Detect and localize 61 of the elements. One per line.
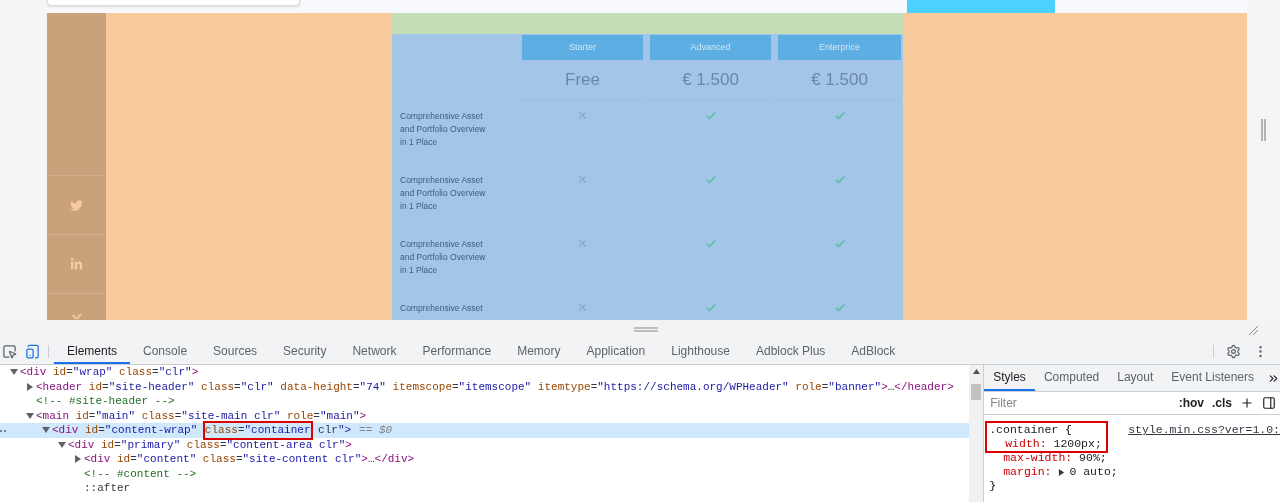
devtools-tab[interactable]: Network [339,339,410,364]
devtools-tab[interactable]: Memory [504,339,574,364]
plan-name: Enterprice [778,35,901,60]
caret-icon[interactable] [26,411,34,420]
plan-price: Free [522,60,643,100]
plan-price: € 1.500 [778,60,901,100]
resize-handle-icon[interactable] [1261,119,1266,141]
inspect-icon[interactable] [2,344,17,359]
dom-line[interactable]: <div id="wrap" class="clr"> [20,365,199,381]
settings-icon[interactable] [1226,344,1241,359]
devtools-tab[interactable]: Security [270,339,340,364]
selected-node-marker: == $0 [359,423,393,438]
sidebar-toggle-icon[interactable] [1262,396,1276,410]
scrollbar[interactable] [969,365,984,502]
css-declaration[interactable]: width: 1200px; [989,437,1102,451]
devtools-tab[interactable]: Performance [409,339,505,364]
feature-label: Comprehensive Asset and Portfolio Overview in 1 Place [399,238,487,277]
dom-line[interactable]: ::after [84,480,131,497]
caret-icon[interactable] [58,440,66,449]
css-selector: .container [989,423,1059,437]
resize-corner-icon[interactable] [1248,325,1258,335]
scroll-up-icon[interactable] [972,369,980,374]
styles-tab[interactable]: Computed [1034,365,1109,391]
css-declaration[interactable]: margin: 0 auto; [987,465,1276,479]
resize-handle-icon[interactable] [634,327,658,332]
devtools-tab[interactable]: AdBlock [838,339,909,364]
plan-price: € 1.500 [650,60,771,100]
devtools-tab[interactable]: Adblock Plus [742,339,839,364]
styles-tab[interactable]: Layout [1108,365,1163,391]
dom-line[interactable]: <div id="content" class="site-content clr">…</div> [84,451,415,468]
open-brace: { [1065,423,1072,437]
css-declaration[interactable]: max-width: 90%; [987,451,1276,465]
dom-line[interactable]: <div id="primary" class="content-area clr"> [68,436,352,453]
devtools-tab[interactable]: Sources [200,339,271,364]
plan-name: Advanced [650,35,771,60]
toolbar-button[interactable]: :hov [1174,394,1208,412]
devtools-tab[interactable]: Console [130,339,201,364]
plan-name: Starter [522,35,643,60]
devtools-tab[interactable]: Lighthouse [658,339,743,364]
stylesheet-link[interactable]: style.min.css?ver=1.0: [1128,423,1280,437]
devtools-tab[interactable]: Elements [54,339,131,364]
dom-line[interactable]: <div id="content-wrap" class="container clr"> [52,422,352,439]
styles-tab[interactable]: Event Listeners [1162,365,1263,391]
feature-label: Comprehensive Asset and Portfolio Overview in 1 Place [399,174,487,213]
feature-label: Comprehensive Asset and Portfolio Overview in 1 Place [399,110,487,149]
dom-line[interactable]: <main id="main" class="site-main clr" role="main"> [36,407,367,424]
close-brace: } [988,479,998,493]
add-rule-icon[interactable] [1240,396,1254,410]
toolbar-button[interactable]: .cls [1208,394,1236,412]
styles-tab[interactable]: Styles [984,365,1035,391]
dom-line[interactable]: <!-- #content --> [84,465,197,482]
dom-line[interactable]: <header id="site-header" class="clr" data-height="74" itemscope="itemscope" itemtype="https://schema.org/WPHeader" role="banner">…</header> [36,378,954,395]
caret-icon[interactable] [26,382,34,391]
caret-icon[interactable] [74,455,82,464]
scrollbar-thumb[interactable] [971,384,982,400]
dom-line[interactable]: <!-- #site-header --> [36,393,175,410]
devtools-tab[interactable]: Application [573,339,659,364]
caret-icon[interactable] [1058,468,1066,476]
caret-icon[interactable] [10,368,18,377]
feature-label: Comprehensive Asset [399,302,484,315]
device-toolbar-icon[interactable] [25,344,40,359]
